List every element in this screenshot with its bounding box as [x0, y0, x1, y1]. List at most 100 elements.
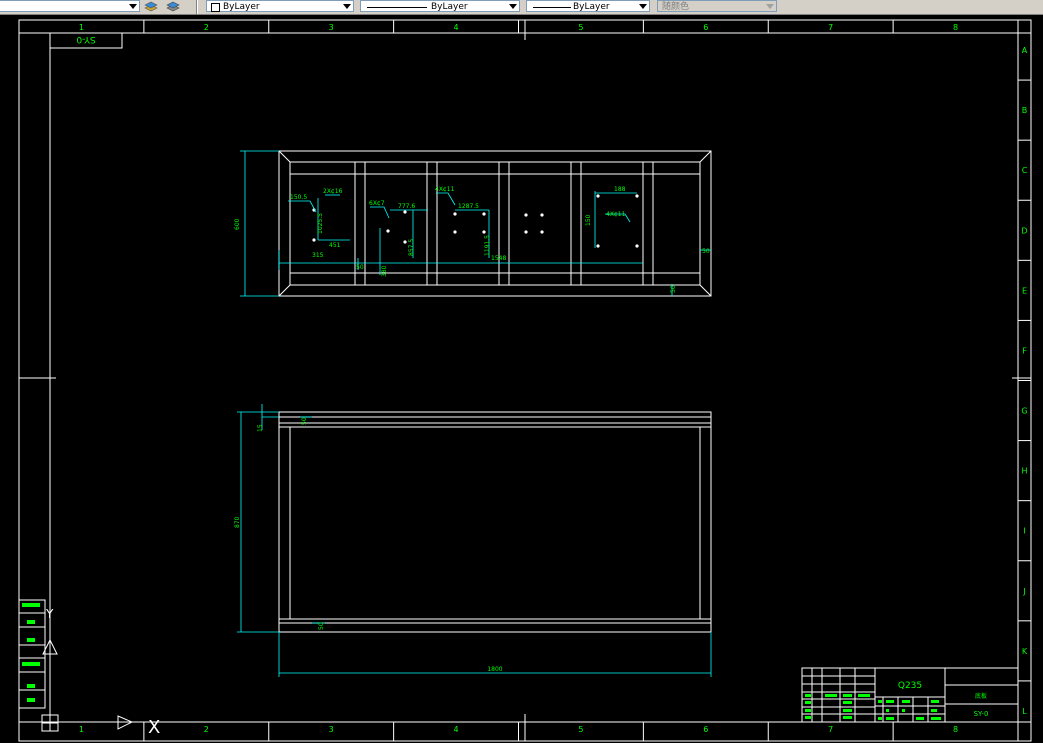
zone-row-label: K	[1022, 647, 1028, 656]
front-view-dimension: 50	[301, 417, 308, 425]
zone-column-label: 1	[79, 725, 84, 734]
mounting-hole	[312, 238, 316, 242]
mounting-hole	[482, 230, 486, 234]
mounting-hole	[524, 213, 528, 217]
top-view-dimension: 150.5	[290, 194, 307, 201]
mounting-hole	[540, 213, 544, 217]
lineweight-control-dropdown[interactable]: ByLayer	[526, 0, 650, 12]
chevron-down-icon	[766, 4, 774, 9]
toolbar-separator	[196, 0, 198, 14]
front-view-dimension-texts: 15 50 870 50 1800	[234, 417, 503, 673]
title-block-drawing-name: 底板	[975, 692, 987, 700]
title-block-material: Q235	[898, 681, 922, 691]
top-view-dimension: 50	[356, 264, 364, 271]
zone-row-label: G	[1021, 407, 1027, 416]
properties-toolbar: ByLayer ByLayer ByLayer 随颜色	[0, 0, 1043, 15]
top-view	[278, 150, 712, 297]
sheet-outer-border	[18, 19, 1032, 742]
top-view-dimension: 600	[234, 218, 241, 230]
zone-column-label: 4	[454, 725, 459, 734]
mounting-hole	[386, 229, 390, 233]
top-view-dimension: 4X¢11	[435, 186, 455, 193]
chevron-down-icon	[639, 4, 647, 9]
ucs-x-label: X	[148, 717, 160, 738]
zone-column-label: 6	[703, 725, 708, 734]
plotstyle-control-label: 随颜色	[662, 2, 690, 12]
corner-stamp-text: SY-0	[76, 34, 95, 44]
zone-column-label: 2	[204, 23, 209, 32]
zone-row-label: F	[1022, 346, 1027, 355]
mounting-hole	[635, 244, 639, 248]
zone-column-label: 5	[578, 725, 583, 734]
lineweight-preview	[533, 7, 571, 8]
top-view-dimension: 380	[381, 265, 388, 277]
mounting-hole	[540, 230, 544, 234]
zone-column-label: 8	[953, 23, 958, 32]
zone-column-label: 1	[79, 23, 84, 32]
front-view-dimension: 1800	[487, 666, 502, 673]
top-view-dimension: 1025.5	[317, 213, 324, 234]
front-view-dimension: 870	[234, 516, 241, 528]
chevron-down-icon	[343, 4, 351, 9]
zone-row-label: H	[1021, 467, 1027, 476]
plotstyle-control-dropdown[interactable]: 随颜色	[657, 0, 777, 12]
zone-row-label: E	[1022, 286, 1027, 295]
linetype-preview	[367, 7, 427, 8]
zone-column-label: 8	[953, 725, 958, 734]
top-view-dimension: 857.5	[408, 239, 415, 256]
title-block-drawing-number: SY-0	[974, 710, 989, 718]
zone-row-label: L	[1022, 707, 1027, 716]
top-view-dimension: 451	[329, 242, 341, 249]
left-signature-marks	[22, 603, 40, 702]
layer-previous-icon[interactable]	[166, 0, 180, 12]
drawing-canvas[interactable]: 12345678 12345678 ABCDEFGHIJKL SY-0 3151…	[0, 15, 1043, 743]
zone-column-label: 2	[204, 725, 209, 734]
zone-column-label: 6	[703, 23, 708, 32]
mounting-hole	[482, 212, 486, 216]
zone-column-label: 3	[329, 23, 334, 32]
top-view-dimension: 315	[312, 252, 324, 259]
zone-column-label: 4	[454, 23, 459, 32]
top-view-dimension: 1548	[491, 255, 506, 262]
mounting-hole	[596, 194, 600, 198]
ucs-icon	[41, 612, 134, 732]
mounting-hole	[453, 230, 457, 234]
mounting-hole	[596, 244, 600, 248]
ucs-y-label: Y	[45, 607, 54, 621]
zone-column-label: 7	[828, 23, 833, 32]
linetype-control-dropdown[interactable]: ByLayer	[360, 0, 520, 12]
color-control-dropdown[interactable]: ByLayer	[206, 0, 354, 12]
zone-column-ticks	[143, 20, 894, 741]
top-view-dimension: 1287.5	[458, 203, 479, 210]
top-view-dimension: 188	[614, 186, 626, 193]
chevron-down-icon	[509, 4, 517, 9]
top-view-dimension: 1191.5	[484, 235, 491, 256]
left-signature-column	[18, 599, 46, 709]
top-view-dimension: 4X¢11	[606, 211, 626, 218]
top-view-dimension-lines	[240, 150, 711, 297]
top-view-dimension: 150	[585, 214, 592, 226]
zone-row-label: A	[1022, 46, 1028, 55]
top-view-dimension: 777.6	[398, 203, 415, 210]
zone-column-label: 3	[329, 725, 334, 734]
zone-column-label: 5	[578, 23, 583, 32]
top-view-dimension-texts: 315 150.5 2X¢16 1025.5 451 380 6X¢7 777.6 857.5 4…	[234, 186, 710, 293]
zone-row-label: C	[1022, 166, 1028, 175]
front-view	[278, 411, 712, 633]
mounting-hole	[524, 230, 528, 234]
top-view-dimension: 2X¢16	[323, 188, 343, 195]
layer-dropdown[interactable]	[0, 0, 140, 12]
zone-row-label: J	[1022, 587, 1025, 596]
layer-states-icon[interactable]	[144, 0, 158, 12]
zone-row-label: I	[1023, 527, 1025, 536]
color-control-label: ByLayer	[223, 2, 260, 12]
top-view-dimension: 6X¢7	[369, 200, 385, 207]
mounting-hole	[635, 194, 639, 198]
mounting-hole	[403, 210, 407, 214]
top-view-dimension: 50	[702, 248, 710, 255]
mounting-hole	[403, 240, 407, 244]
chevron-down-icon	[129, 4, 137, 9]
linetype-control-label: ByLayer	[431, 2, 468, 12]
zone-row-label: B	[1022, 106, 1028, 115]
top-view-dimension: 50	[670, 285, 677, 293]
